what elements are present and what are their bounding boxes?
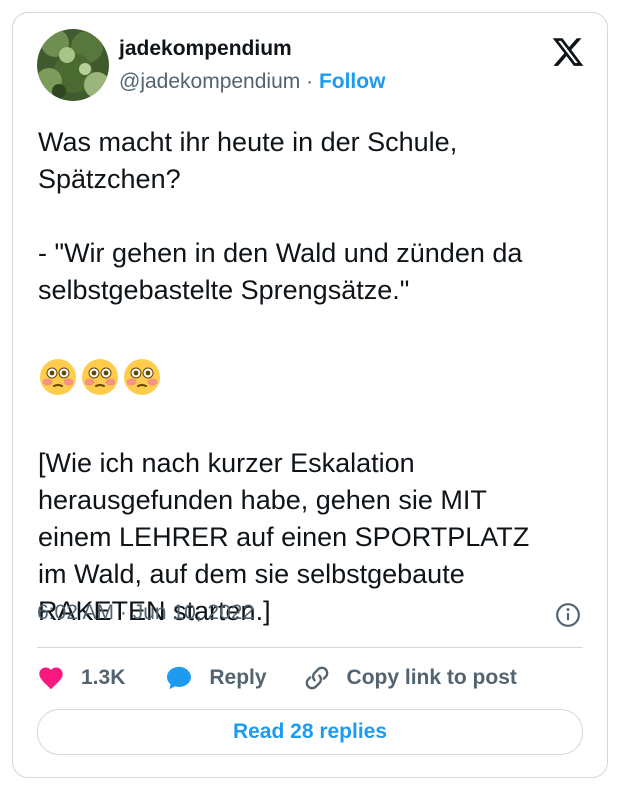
avatar-image — [37, 29, 109, 101]
handle-separator: · — [306, 70, 314, 93]
divider — [37, 647, 583, 648]
like-count: 1.3K — [81, 666, 126, 689]
flushed-face-icon — [40, 359, 76, 395]
copy-link-label: Copy link to post — [346, 666, 517, 689]
info-icon[interactable] — [555, 602, 581, 628]
flushed-face-icon — [82, 359, 118, 395]
tweet-text: Was macht ihr heute in der Schule, Spätz… — [38, 124, 588, 630]
reply-button[interactable]: Reply — [165, 664, 267, 692]
author-name[interactable]: jadekompendium — [119, 37, 292, 61]
flushed-face-icon — [124, 359, 160, 395]
read-replies-label: Read 28 replies — [232, 720, 388, 743]
like-button[interactable]: 1.3K — [37, 664, 125, 692]
emoji-row — [38, 346, 588, 408]
avatar[interactable] — [37, 29, 109, 101]
copy-link-button[interactable]: Copy link to post — [303, 664, 517, 692]
action-bar: 1.3K Reply Copy link to post — [37, 661, 517, 695]
read-replies-button[interactable]: Read 28 replies — [37, 709, 583, 755]
tweet-card: jadekompendium @jadekompendium · Follow … — [12, 12, 608, 778]
reply-label: Reply — [209, 666, 267, 689]
tweet-line: im Wald, auf dem sie selbstgebaute — [38, 559, 465, 589]
tweet-line: Spätzchen? — [38, 164, 181, 194]
tweet-timestamp[interactable]: 6:02 AM · Jun 10, 2022 — [37, 601, 254, 625]
author-handle[interactable]: @jadekompendium — [119, 70, 300, 93]
follow-button[interactable]: Follow — [319, 70, 386, 93]
link-icon — [305, 666, 328, 690]
tweet-line: einem LEHRER auf einen SPORTPLATZ — [38, 522, 530, 552]
tweet-line: [Wie ich nach kurzer Eskalation — [38, 448, 415, 478]
tweet-line: Was macht ihr heute in der Schule, — [38, 127, 458, 157]
tweet-line: - "Wir gehen in den Wald und zünden da — [38, 238, 523, 268]
reply-bubble-icon — [167, 666, 192, 690]
tweet-line: selbstgebastelte Sprengsätze." — [38, 275, 410, 305]
tweet-line: herausgefunden habe, gehen sie MIT — [38, 485, 487, 515]
heart-icon — [39, 667, 63, 690]
x-logo-icon[interactable] — [551, 35, 585, 69]
author-handle-line: @jadekompendium · Follow — [119, 70, 385, 94]
